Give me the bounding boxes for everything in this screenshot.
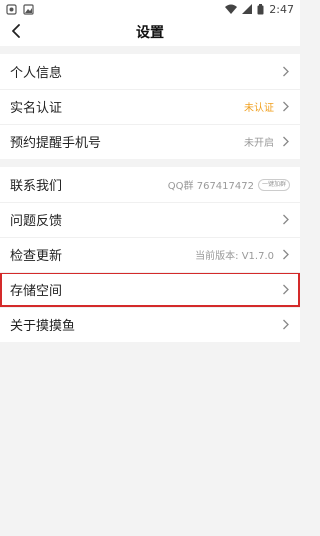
status-right: 2:47: [225, 3, 294, 16]
version-value: 当前版本: V1.7.0: [195, 251, 274, 262]
app-header: 设置: [0, 18, 300, 46]
group-spacer: [0, 46, 300, 54]
status-left: [6, 3, 34, 15]
auth-status-value: 未认证: [244, 103, 274, 114]
status-time: 2:47: [269, 2, 294, 16]
chevron-right-icon: [282, 136, 290, 148]
image-notification-icon: [23, 3, 34, 15]
chevron-right-icon: [282, 319, 290, 331]
reminder-status-value: 未开启: [244, 138, 274, 149]
back-button[interactable]: [6, 22, 26, 42]
chevron-right-icon: [282, 214, 290, 226]
row-label: 问题反馈: [10, 214, 63, 229]
row-label: 关于摸摸鱼: [10, 319, 76, 334]
signal-icon: [242, 4, 253, 14]
chevron-right-icon: [282, 66, 290, 78]
chevron-right-icon: [282, 101, 290, 113]
chevron-right-icon: [282, 284, 290, 296]
page-title: 设置: [136, 25, 164, 41]
chevron-right-icon: [282, 249, 290, 261]
row-label: 联系我们: [10, 179, 63, 194]
battery-icon: [257, 3, 264, 15]
wifi-icon: [225, 4, 238, 14]
row-label: 个人信息: [10, 66, 63, 81]
back-icon: [11, 23, 21, 42]
row-feedback[interactable]: 问题反馈: [0, 202, 300, 237]
row-real-name-auth[interactable]: 实名认证 未认证: [0, 89, 300, 124]
row-label: 实名认证: [10, 101, 63, 116]
row-contact-us[interactable]: 联系我们 QQ群 767417472 一键加群: [0, 167, 300, 202]
row-about[interactable]: 关于摸摸鱼: [0, 307, 300, 342]
settings-group-app: 联系我们 QQ群 767417472 一键加群 问题反馈 检查更新 当前版本: …: [0, 167, 300, 342]
row-label: 检查更新: [10, 249, 63, 264]
row-label: 预约提醒手机号: [10, 136, 102, 151]
join-group-badge[interactable]: 一键加群: [257, 178, 290, 191]
settings-group-account: 个人信息 实名认证 未认证 预约提醒手机号 未开启: [0, 54, 300, 159]
row-storage[interactable]: 存储空间: [0, 272, 300, 307]
group-spacer: [0, 159, 300, 167]
status-bar: 2:47: [0, 0, 300, 18]
qq-group-value: QQ群 767417472: [167, 181, 254, 192]
row-personal-info[interactable]: 个人信息: [0, 54, 300, 89]
row-reminder-phone[interactable]: 预约提醒手机号 未开启: [0, 124, 300, 159]
row-label: 存储空间: [10, 284, 63, 299]
row-check-update[interactable]: 检查更新 当前版本: V1.7.0: [0, 237, 300, 272]
notification-icon: [6, 3, 17, 15]
